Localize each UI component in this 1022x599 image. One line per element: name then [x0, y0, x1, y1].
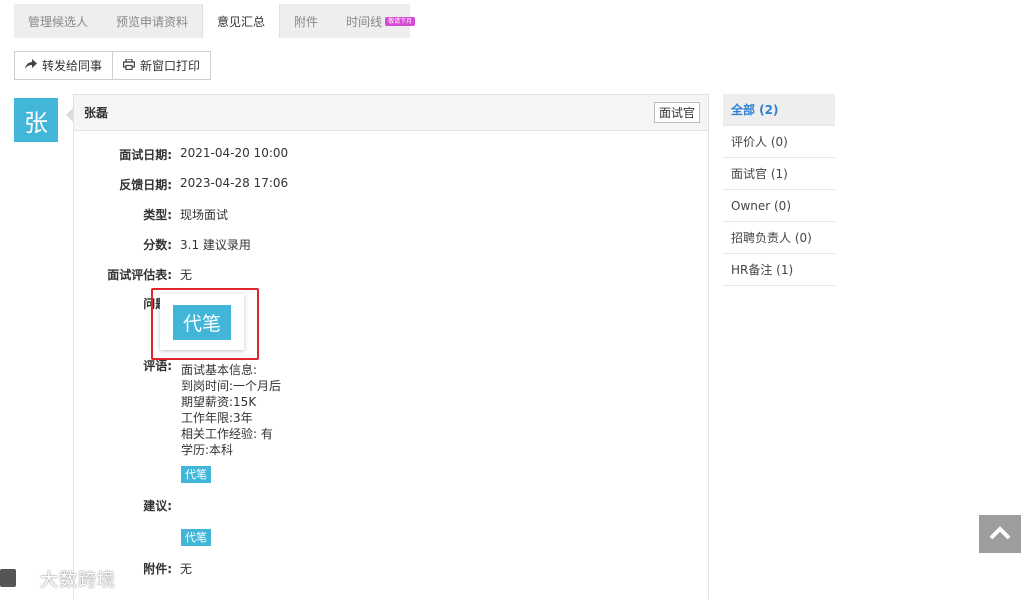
interview-date-label: 面试日期: [119, 148, 172, 162]
highlight-box [151, 288, 259, 360]
tab-label: 意见汇总 [217, 14, 266, 29]
interview-date-value: 2021-04-20 10:00 [180, 146, 289, 160]
reviewer-filter-list: 全部 (2) 评价人 (0) 面试官 (1) Owner (0) 招聘负责人 (… [723, 94, 835, 286]
tab-label: 管理候选人 [28, 14, 89, 29]
filter-all[interactable]: 全部 (2) [723, 94, 835, 126]
tab-manage-candidate[interactable]: 管理候选人 [14, 4, 102, 38]
coming-soon-badge: 敬请下月 [385, 16, 416, 26]
filter-owner[interactable]: Owner (0) [723, 190, 835, 222]
comment-line: 面试基本信息: [181, 363, 258, 377]
feedback-date-value: 2023-04-28 17:06 [180, 176, 289, 190]
toolbar: 转发给同事 新窗口打印 [14, 51, 212, 80]
comment-line: 期望薪资:15K [181, 395, 257, 409]
reviewer-name: 张磊 [84, 106, 109, 120]
tab-label: 附件 [294, 14, 319, 29]
attachment-value: 无 [180, 562, 193, 576]
role-badge: 面试官 [653, 102, 700, 123]
ghostwritten-tag: 代笔 [181, 466, 211, 483]
back-to-top-button[interactable] [979, 515, 1021, 553]
filter-interviewer[interactable]: 面试官 (1) [723, 158, 835, 190]
type-row: 类型: 现场面试 [74, 206, 228, 223]
filter-hr-notes[interactable]: HR备注 (1) [723, 254, 835, 286]
tab-feedback-summary[interactable]: 意见汇总 [202, 4, 281, 38]
card-header: 张磊 面试官 [74, 95, 708, 131]
score-label: 分数: [143, 238, 172, 252]
tab-label: 时间线 [346, 14, 383, 29]
avatar: 张 [14, 98, 58, 142]
comment-line: 工作年限:3年 [181, 411, 253, 425]
feedback-date-row: 反馈日期: 2023-04-28 17:06 [74, 176, 288, 193]
print-button-label: 新窗口打印 [140, 59, 201, 73]
filter-evaluator[interactable]: 评价人 (0) [723, 126, 835, 158]
tab-attachments[interactable]: 附件 [280, 4, 332, 38]
filter-recruiting-lead[interactable]: 招聘负责人 (0) [723, 222, 835, 254]
comment-text: 面试基本信息: 到岗时间:一个月后 期望薪资:15K 工作年限:3年 相关工作经… [181, 362, 281, 458]
share-arrow-icon [25, 58, 37, 73]
ghostwritten-tag: 代笔 [181, 529, 211, 546]
eval-form-label: 面试评估表: [107, 268, 172, 282]
eval-form-value: 无 [180, 268, 193, 282]
comment-line: 相关工作经验: 有 [181, 427, 273, 441]
type-label: 类型: [143, 208, 172, 222]
tab-label: 预览申请资料 [116, 14, 189, 29]
tab-bar: 管理候选人 预览申请资料 意见汇总 附件 时间线 敬请下月 [14, 4, 416, 38]
watermark: 大数跨境 [40, 570, 116, 591]
print-button[interactable]: 新窗口打印 [113, 51, 212, 80]
type-value: 现场面试 [180, 208, 229, 222]
tab-timeline[interactable]: 时间线 敬请下月 [332, 4, 429, 38]
score-value: 3.1 建议录用 [180, 238, 251, 252]
comment-line: 学历:本科 [181, 443, 234, 457]
score-row: 分数: 3.1 建议录用 [74, 236, 251, 253]
chevron-up-icon [989, 525, 1011, 543]
tab-preview-application[interactable]: 预览申请资料 [102, 4, 202, 38]
forward-button-label: 转发给同事 [42, 59, 103, 73]
suggestion-label: 建议: [143, 499, 172, 513]
forward-button[interactable]: 转发给同事 [14, 51, 114, 80]
eval-form-row: 面试评估表: 无 [74, 266, 192, 283]
comment-line: 到岗时间:一个月后 [181, 379, 282, 393]
suggestion-row: 建议: [74, 497, 172, 514]
printer-icon [123, 57, 136, 73]
feedback-date-label: 反馈日期: [119, 178, 172, 192]
interview-date-row: 面试日期: 2021-04-20 10:00 [74, 146, 288, 163]
feedback-icon [0, 569, 16, 587]
